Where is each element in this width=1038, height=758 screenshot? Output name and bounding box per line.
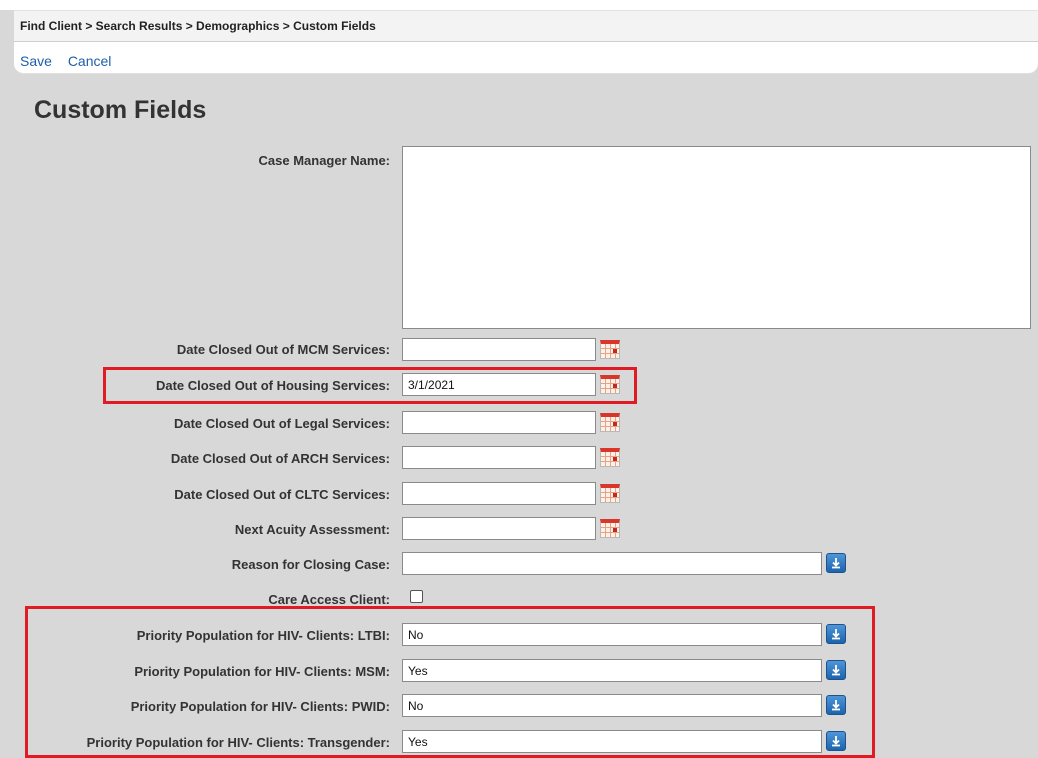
care-access-client-checkbox[interactable] bbox=[410, 590, 423, 603]
cancel-link[interactable]: Cancel bbox=[68, 53, 112, 69]
case-manager-name-label: Case Manager Name: bbox=[258, 153, 391, 168]
date-closed-cltc-input[interactable] bbox=[402, 482, 596, 505]
calendar-icon[interactable] bbox=[600, 340, 620, 359]
date-closed-legal-input[interactable] bbox=[402, 411, 596, 434]
reason-for-closing-select[interactable] bbox=[402, 552, 822, 575]
date-closed-mcm-label: Date Closed Out of MCM Services: bbox=[176, 342, 390, 357]
date-closed-arch-label: Date Closed Out of ARCH Services: bbox=[170, 451, 390, 466]
top-strip bbox=[0, 0, 1038, 10]
date-closed-housing-label: Date Closed Out of Housing Services: bbox=[155, 378, 390, 393]
save-link[interactable]: Save bbox=[20, 53, 52, 69]
calendar-icon[interactable] bbox=[600, 448, 620, 467]
priority-pwid-label: Priority Population for HIV- Clients: PW… bbox=[130, 699, 390, 714]
dropdown-arrow-icon[interactable] bbox=[826, 660, 846, 680]
dropdown-arrow-icon[interactable] bbox=[826, 553, 846, 573]
date-closed-legal-label: Date Closed Out of Legal Services: bbox=[173, 416, 390, 431]
reason-for-closing-label: Reason for Closing Case: bbox=[231, 557, 390, 572]
dropdown-arrow-icon[interactable] bbox=[826, 695, 846, 715]
dropdown-arrow-icon[interactable] bbox=[826, 731, 846, 751]
case-manager-name-field[interactable] bbox=[402, 146, 1031, 329]
next-acuity-assessment-label: Next Acuity Assessment: bbox=[234, 522, 390, 537]
priority-ltbi-label: Priority Population for HIV- Clients: LT… bbox=[136, 628, 390, 643]
priority-msm-select[interactable]: Yes bbox=[402, 659, 822, 682]
page-title: Custom Fields bbox=[34, 96, 207, 124]
date-closed-housing-input[interactable]: 3/1/2021 bbox=[402, 373, 596, 396]
breadcrumb: Find Client > Search Results > Demograph… bbox=[14, 10, 1038, 42]
care-access-client-label: Care Access Client: bbox=[268, 592, 390, 607]
calendar-icon[interactable] bbox=[600, 484, 620, 503]
priority-transgender-label: Priority Population for HIV- Clients: Tr… bbox=[86, 735, 390, 750]
date-closed-arch-input[interactable] bbox=[402, 446, 596, 469]
priority-pwid-select[interactable]: No bbox=[402, 694, 822, 717]
next-acuity-assessment-input[interactable] bbox=[402, 517, 596, 540]
action-bar: Save Cancel bbox=[14, 42, 1038, 74]
priority-msm-label: Priority Population for HIV- Clients: MS… bbox=[134, 664, 390, 679]
dropdown-arrow-icon[interactable] bbox=[826, 624, 846, 644]
priority-transgender-select[interactable]: Yes bbox=[402, 730, 822, 753]
calendar-icon[interactable] bbox=[600, 413, 620, 432]
calendar-icon[interactable] bbox=[600, 375, 620, 394]
date-closed-mcm-input[interactable] bbox=[402, 338, 596, 361]
priority-ltbi-select[interactable]: No bbox=[402, 623, 822, 646]
date-closed-cltc-label: Date Closed Out of CLTC Services: bbox=[174, 487, 390, 502]
calendar-icon[interactable] bbox=[600, 519, 620, 538]
